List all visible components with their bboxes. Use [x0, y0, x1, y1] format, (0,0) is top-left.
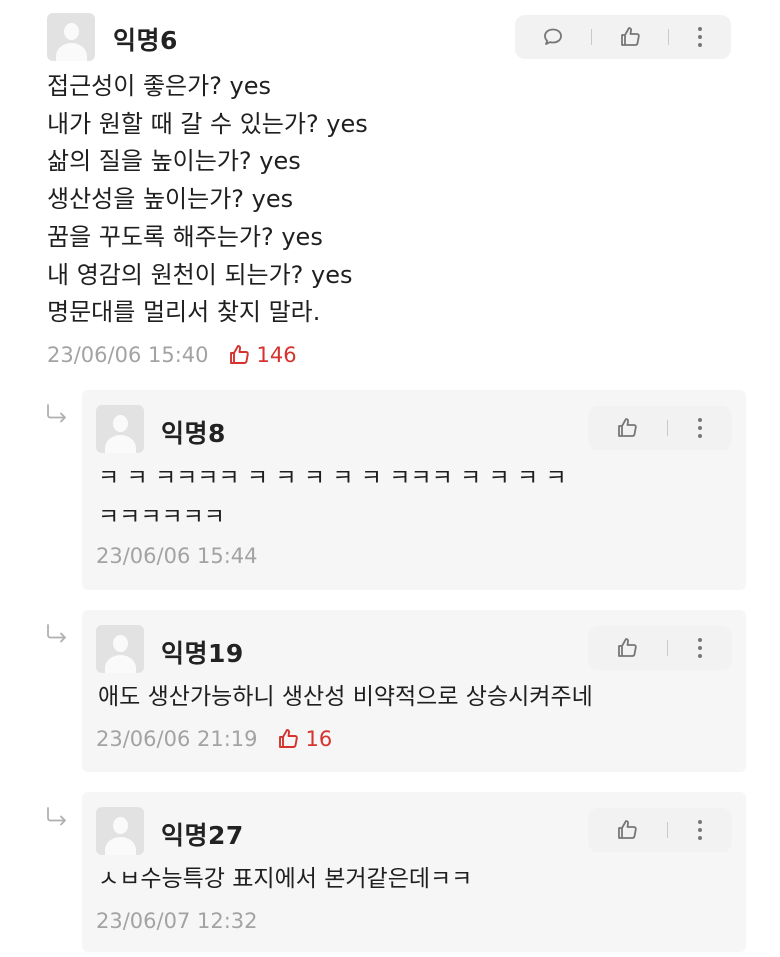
like-number: 16	[305, 727, 333, 751]
comment-line: 접근성이 좋은가? yes	[47, 72, 272, 100]
avatar	[96, 807, 144, 855]
divider	[666, 640, 668, 656]
reply-line: ㅋㅋㅋㅋㅋㅋ	[98, 504, 225, 530]
reply-line: 애도 생산가능하니 생산성 비약적으로 상승시켜주네	[98, 684, 593, 710]
thumbs-up-icon[interactable]	[615, 416, 639, 440]
reply-actions	[588, 626, 732, 670]
comment-meta: 23/06/06 15:40 146	[47, 343, 297, 367]
thumbs-up-icon[interactable]	[615, 818, 639, 842]
reply-card: 익명27 ㅅㅂ수능특강 표지에서 본거같은데ㅋㅋ 23/06/07 12:32	[82, 792, 746, 952]
reply-card: 익명8 ㅋ ㅋ ㅋㅋㅋㅋ ㅋ ㅋ ㅋ ㅋ ㅋ ㅋㅋㅋ ㅋ ㅋ ㅋ ㅋ ㅋㅋㅋㅋㅋ…	[82, 390, 746, 590]
reply-line: ㅋ ㅋ ㅋㅋㅋㅋ ㅋ ㅋ ㅋ ㅋ ㅋ ㅋㅋㅋ ㅋ ㅋ ㅋ ㅋ	[98, 465, 567, 491]
comment-line: 삶의 질을 높이는가? yes	[47, 147, 301, 176]
avatar	[96, 625, 144, 673]
reply-actions	[588, 808, 732, 852]
more-vertical-icon[interactable]	[695, 636, 705, 660]
comment-main: 익명6 접근성이 좋은가? yes 내가 원할 때 갈 수 있는가? yes 삶…	[0, 0, 780, 380]
comment-meta: 23/06/06 15:44	[96, 544, 258, 568]
reply-line: ㅅㅂ수능특강 표지에서 본거같은데ㅋㅋ	[98, 866, 473, 892]
comment-meta: 23/06/06 21:19 16	[96, 727, 332, 751]
avatar	[96, 405, 144, 453]
comment-line: 꿈을 꾸도록 해주는가? yes	[47, 222, 323, 251]
reply-actions	[588, 406, 732, 450]
more-vertical-icon[interactable]	[695, 818, 705, 842]
like-number: 146	[256, 343, 297, 367]
timestamp: 23/06/06 15:40	[47, 343, 209, 367]
comment-line: 명문대를 멀리서 찾지 말라.	[47, 298, 321, 327]
comment-line: 내가 원할 때 갈 수 있는가? yes	[47, 109, 368, 138]
divider	[666, 822, 668, 838]
comment-author: 익명27	[161, 821, 244, 850]
thumbs-up-icon[interactable]	[615, 636, 639, 660]
reply-arrow-icon	[45, 623, 71, 649]
comment-actions	[515, 15, 731, 59]
like-count[interactable]: 146	[227, 343, 297, 367]
comment-author: 익명19	[161, 639, 244, 668]
comment-line: 내 영감의 원천이 되는가? yes	[47, 260, 353, 289]
comment-meta: 23/06/07 12:32	[96, 909, 258, 933]
more-vertical-icon[interactable]	[695, 416, 705, 440]
timestamp: 23/06/06 15:44	[96, 544, 258, 568]
reply-arrow-icon	[45, 806, 71, 832]
more-vertical-icon[interactable]	[695, 25, 705, 49]
reply-arrow-icon	[45, 403, 71, 429]
comment-line: 생산성을 높이는가? yes	[47, 185, 294, 214]
divider	[666, 420, 668, 436]
divider	[591, 29, 592, 45]
like-count[interactable]: 16	[276, 727, 333, 751]
comment-author: 익명8	[161, 419, 226, 448]
comment-author: 익명6	[113, 26, 178, 55]
timestamp: 23/06/06 21:19	[96, 727, 258, 751]
comment-body: 접근성이 좋은가? yes 내가 원할 때 갈 수 있는가? yes 삶의 질을…	[47, 68, 368, 332]
thumbs-up-icon	[229, 345, 249, 364]
avatar	[47, 13, 95, 61]
reply-card: 익명19 애도 생산가능하니 생산성 비약적으로 상승시켜주네 23/06/06…	[82, 610, 746, 772]
divider	[668, 29, 669, 45]
thumbs-up-icon	[278, 729, 298, 748]
timestamp: 23/06/07 12:32	[96, 909, 258, 933]
chat-bubble-icon[interactable]	[541, 25, 565, 49]
thumbs-up-icon[interactable]	[618, 25, 642, 49]
